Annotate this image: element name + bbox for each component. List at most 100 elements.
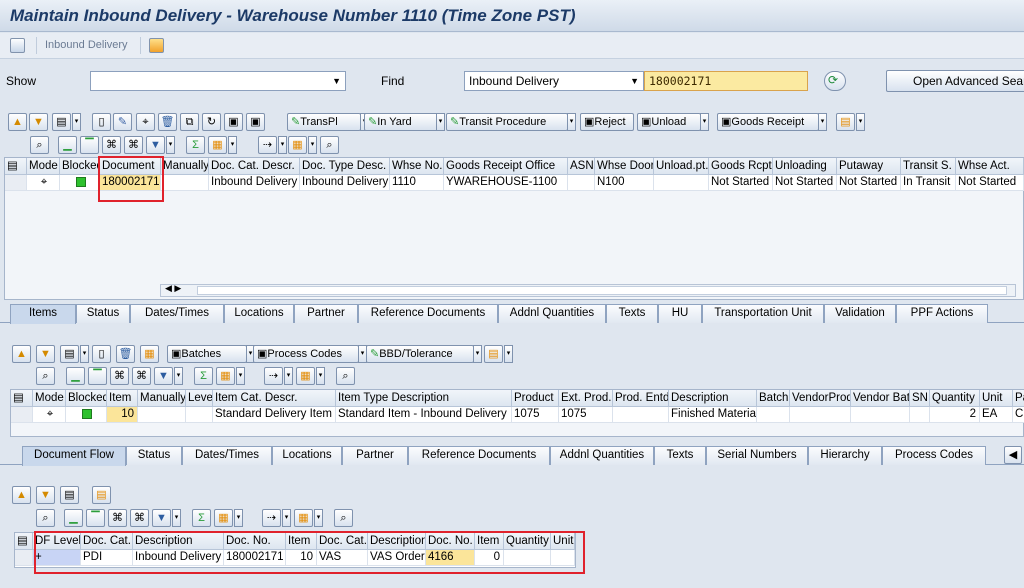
- batches-button[interactable]: ▣Batches: [167, 345, 247, 363]
- new-icon[interactable]: ▯: [92, 113, 111, 131]
- tab-scroll-left-icon[interactable]: ◀: [1004, 446, 1022, 464]
- items-col-header-sn[interactable]: SN: [910, 390, 930, 407]
- refresh-icon[interactable]: ↻: [202, 113, 221, 131]
- items-col-header-product[interactable]: Product: [512, 390, 559, 407]
- info-icon[interactable]: ⌕: [320, 136, 339, 154]
- bbd-tolerance-dropdown[interactable]: ▾: [473, 345, 482, 363]
- sort-asc-icon[interactable]: ▁: [58, 136, 77, 154]
- details-icon[interactable]: ⌕: [30, 136, 49, 154]
- items-col-header-unit[interactable]: Unit: [980, 390, 1013, 407]
- items-export-icon[interactable]: ⇢: [264, 367, 283, 385]
- flow-details-icon[interactable]: ⌕: [36, 509, 55, 527]
- flow-up-icon[interactable]: ▲: [12, 486, 31, 504]
- goods-receipt-button[interactable]: ▣Goods Receipt: [717, 113, 819, 131]
- items-delete-icon[interactable]: 🗑: [116, 345, 135, 363]
- items-down-icon[interactable]: ▼: [36, 345, 55, 363]
- reject-button[interactable]: ▣Reject: [580, 113, 634, 131]
- items-layout-icon[interactable]: ▤: [60, 345, 79, 363]
- layout-grid-icon[interactable]: ▦: [288, 136, 307, 154]
- tab-locations[interactable]: Locations: [224, 304, 294, 323]
- col-header-blocked[interactable]: Blocked: [60, 158, 100, 175]
- subtotal-icon[interactable]: ▦: [208, 136, 227, 154]
- flow-select-all-icon[interactable]: ▤: [15, 533, 33, 550]
- delete-icon[interactable]: 🗑: [158, 113, 177, 131]
- sort-desc-icon[interactable]: ▔: [80, 136, 99, 154]
- items-col-header-item-type-description[interactable]: Item Type Description: [336, 390, 512, 407]
- items-filter-icon[interactable]: ▼: [154, 367, 173, 385]
- items-layout-dropdown[interactable]: ▾: [80, 345, 89, 363]
- open-advanced-search-button[interactable]: Open Advanced Search: [886, 70, 1024, 92]
- tab-addnl-quantities[interactable]: Addnl Quantities: [498, 304, 606, 323]
- items-col-header-prod-entd[interactable]: Prod. Entd: [613, 390, 669, 407]
- execute-search-icon[interactable]: ⟳: [824, 71, 846, 91]
- search-input[interactable]: 180002171: [644, 71, 808, 91]
- tab-status[interactable]: Status: [76, 304, 130, 323]
- save-icon[interactable]: ▣: [224, 113, 243, 131]
- unload-button[interactable]: ▣Unload: [637, 113, 701, 131]
- items-more-icon[interactable]: ▤: [484, 345, 503, 363]
- tab-transportation-unit[interactable]: Transportation Unit: [702, 304, 824, 323]
- new-doc-icon[interactable]: [10, 37, 25, 54]
- process-codes-button[interactable]: ▣Process Codes: [253, 345, 359, 363]
- items-col-header-item-cat-descr[interactable]: Item Cat. Descr.: [213, 390, 336, 407]
- more-functions-dropdown[interactable]: ▾: [856, 113, 865, 131]
- items-new-icon[interactable]: ▯: [92, 345, 111, 363]
- export-dropdown[interactable]: ▾: [278, 136, 287, 154]
- items-find-icon[interactable]: ⌘: [110, 367, 129, 385]
- items-col-header-item[interactable]: Item: [107, 390, 138, 407]
- items-layout-grid-dropdown[interactable]: ▾: [316, 367, 325, 385]
- transpl-button[interactable]: ✎TransPl: [287, 113, 361, 131]
- export-icon[interactable]: ⇢: [258, 136, 277, 154]
- items-subtotal-dropdown[interactable]: ▾: [236, 367, 245, 385]
- tab-hu[interactable]: HU: [658, 304, 702, 323]
- flow-row-selector[interactable]: [15, 550, 33, 566]
- item-cell[interactable]: 10: [107, 407, 138, 423]
- down-arrow-icon[interactable]: ▼: [29, 113, 48, 131]
- copy-icon[interactable]: ⧉: [180, 113, 199, 131]
- tab2-process-codes[interactable]: Process Codes: [882, 446, 986, 465]
- items-grid-icon[interactable]: ▦: [140, 345, 159, 363]
- find-dropdown[interactable]: Inbound Delivery ▼: [464, 71, 644, 91]
- flow-more-icon[interactable]: ▤: [92, 486, 111, 504]
- layout-dropdown[interactable]: ▾: [72, 113, 81, 131]
- items-select-all-icon[interactable]: ▤: [11, 390, 33, 407]
- items-col-header-blocked[interactable]: Blocked: [66, 390, 107, 407]
- items-export-dropdown[interactable]: ▾: [284, 367, 293, 385]
- col-header-whse-no[interactable]: Whse No.: [390, 158, 444, 175]
- transit-procedure-button[interactable]: ✎Transit Procedure: [446, 113, 568, 131]
- tab2-reference-documents[interactable]: Reference Documents: [408, 446, 550, 465]
- transit-procedure-dropdown[interactable]: ▾: [567, 113, 576, 131]
- items-col-header-ext-prod[interactable]: Ext. Prod.: [559, 390, 613, 407]
- find-next-icon[interactable]: ⌘: [124, 136, 143, 154]
- flow-sum-icon[interactable]: Σ: [192, 509, 211, 527]
- items-col-header-batch[interactable]: Batch: [757, 390, 790, 407]
- items-sort-asc-icon[interactable]: ▁: [66, 367, 85, 385]
- tab-partner[interactable]: Partner: [294, 304, 358, 323]
- items-filter-dropdown[interactable]: ▾: [174, 367, 183, 385]
- col-header-manually[interactable]: Manually: [161, 158, 209, 175]
- filter-dropdown[interactable]: ▾: [166, 136, 175, 154]
- sum-icon[interactable]: Σ: [186, 136, 205, 154]
- flow-subtotal-icon[interactable]: ▦: [214, 509, 233, 527]
- flow-export-icon[interactable]: ⇢: [262, 509, 281, 527]
- horizontal-scrollbar[interactable]: ◀ ▶: [160, 283, 1016, 297]
- unload-dropdown[interactable]: ▾: [700, 113, 709, 131]
- col-header-asn[interactable]: ASN: [568, 158, 595, 175]
- flow-sort-desc-icon[interactable]: ▔: [86, 509, 105, 527]
- tab-items[interactable]: Items: [10, 304, 76, 324]
- col-header-putaway[interactable]: Putaway: [837, 158, 901, 175]
- tab2-partner[interactable]: Partner: [342, 446, 408, 465]
- items-details-icon[interactable]: ⌕: [36, 367, 55, 385]
- select-all-icon[interactable]: ▤: [5, 158, 27, 175]
- flow-layout-grid-dropdown[interactable]: ▾: [314, 509, 323, 527]
- layout-icon[interactable]: ▤: [52, 113, 71, 131]
- items-col-header-mode[interactable]: Mode: [33, 390, 66, 407]
- layout-grid-dropdown[interactable]: ▾: [308, 136, 317, 154]
- col-header-whse-door[interactable]: Whse Door: [595, 158, 654, 175]
- items-info-icon[interactable]: ⌕: [336, 367, 355, 385]
- tab2-hierarchy[interactable]: Hierarchy: [808, 446, 882, 465]
- flow-export-dropdown[interactable]: ▾: [282, 509, 291, 527]
- in-yard-dropdown[interactable]: ▾: [436, 113, 445, 131]
- col-header-doc-type-desc[interactable]: Doc. Type Desc.: [300, 158, 390, 175]
- tab2-dates-times[interactable]: Dates/Times: [182, 446, 272, 465]
